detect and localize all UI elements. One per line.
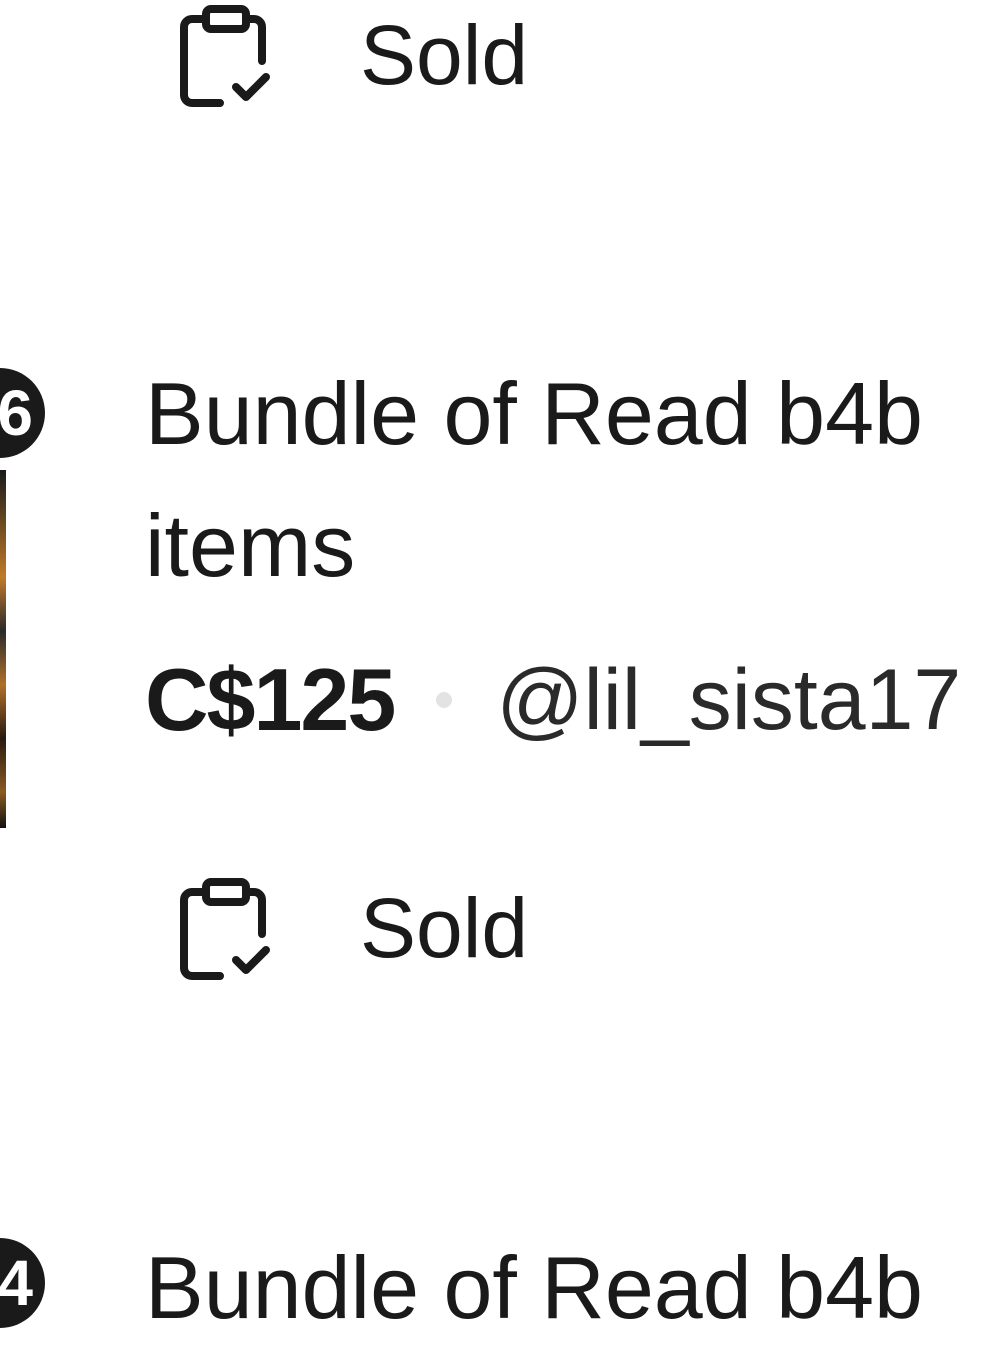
clipboard-check-icon (180, 873, 272, 983)
clipboard-check-icon (180, 0, 272, 110)
seller-username[interactable]: @lil_sista17 (496, 651, 961, 750)
listing-meta: C$125 @lil_sista17 (145, 650, 961, 750)
separator-dot (436, 692, 453, 708)
listing-thumbnail[interactable] (0, 470, 6, 828)
listing-title[interactable]: Bundle of Read b4b (145, 348, 1000, 480)
listing-status-sold: Sold (180, 0, 528, 110)
listing-status-sold: Sold (180, 873, 528, 983)
status-label: Sold (360, 881, 529, 975)
status-label: Sold (360, 8, 529, 102)
item-count-badge: 6 (0, 368, 45, 458)
item-count-badge: 4 (0, 1238, 45, 1328)
listing-title-continued[interactable]: items (145, 480, 1000, 612)
listing-price: C$125 (145, 650, 396, 749)
listing-title[interactable]: Bundle of Read b4b (145, 1222, 1000, 1354)
